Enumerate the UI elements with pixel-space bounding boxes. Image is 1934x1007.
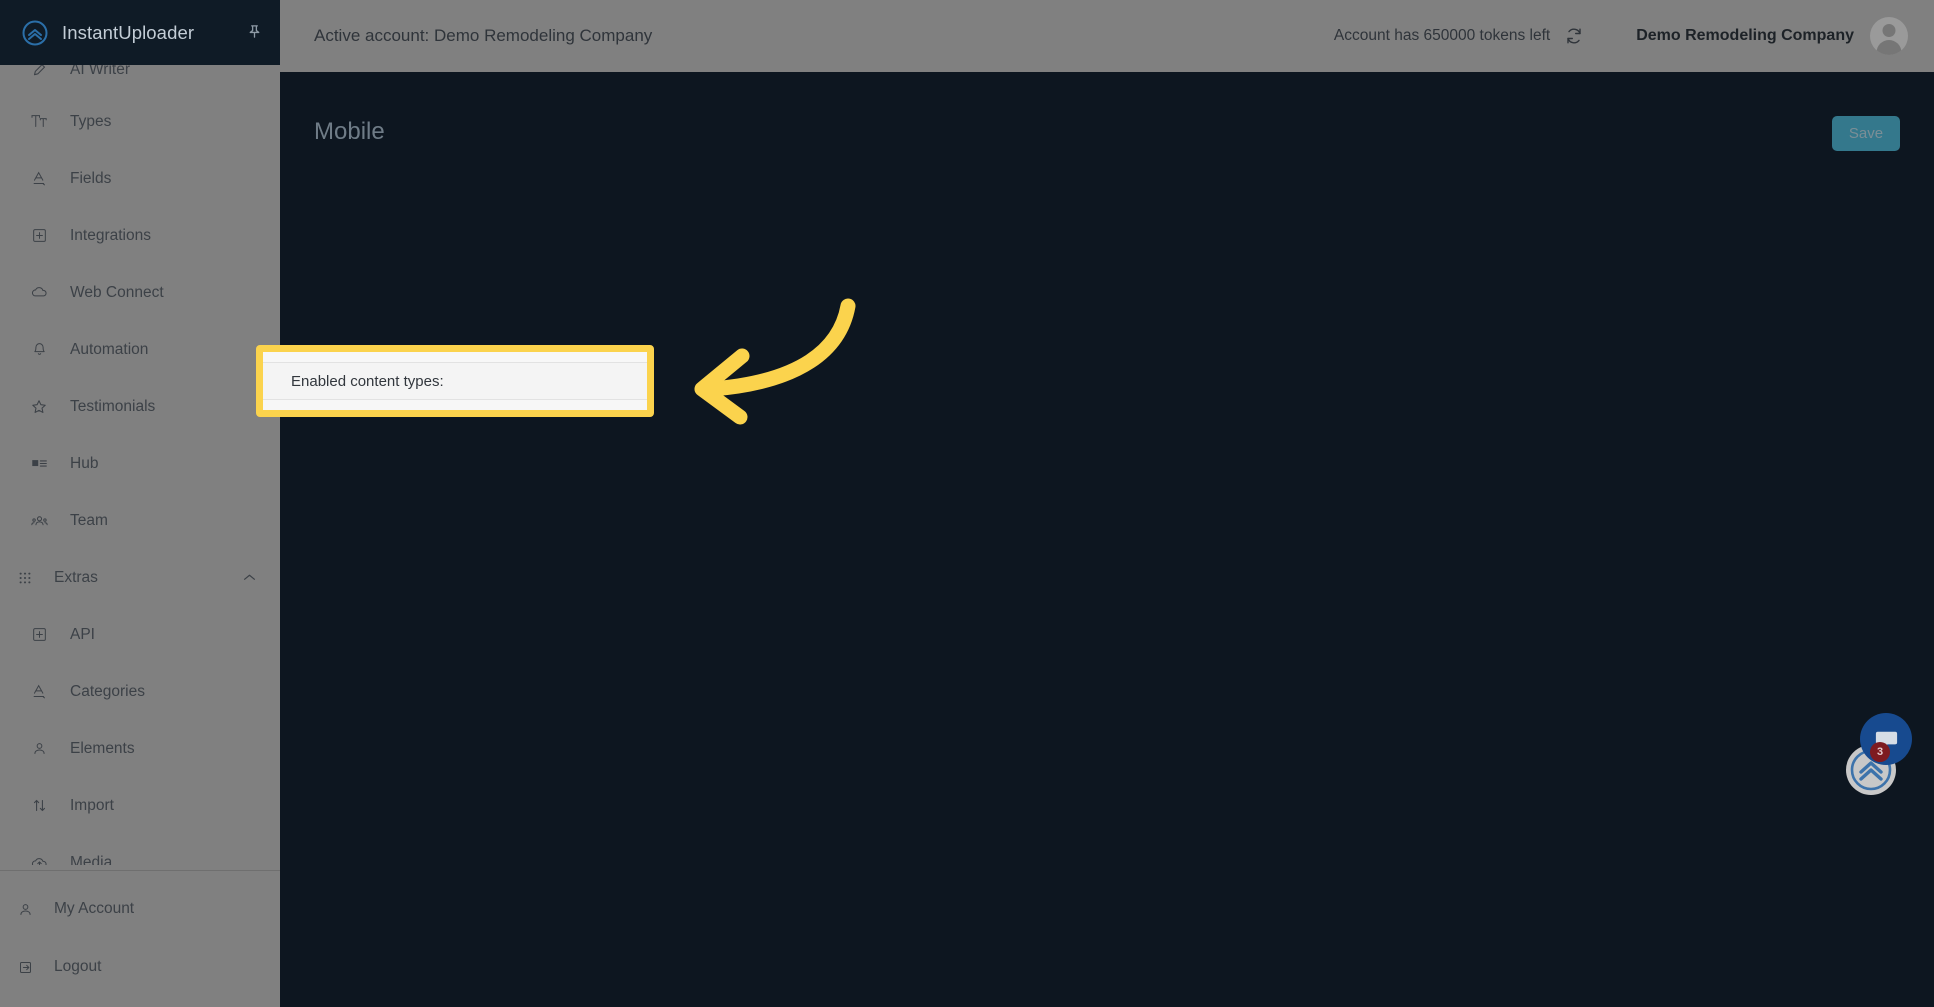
- sidebar-header: InstantUploader: [0, 0, 280, 65]
- sidebar-group-label: Extras: [54, 568, 98, 586]
- sidebar-item-ai-writer[interactable]: AI Writer: [0, 65, 280, 93]
- plus-square-icon: [28, 627, 50, 642]
- grid-icon: [14, 571, 36, 585]
- sidebar-item-label: Logout: [54, 958, 102, 975]
- sidebar-item-label: Automation: [70, 340, 149, 358]
- cloud-icon: [28, 286, 50, 299]
- sidebar-item-import[interactable]: Import: [0, 777, 280, 834]
- highlight-box: Enabled content types:: [256, 345, 654, 417]
- sidebar-item-label: Categories: [70, 682, 145, 700]
- sidebar-item-web-connect[interactable]: Web Connect: [0, 264, 280, 321]
- cloud-upload-icon: [28, 856, 50, 865]
- page-content: Mobile Save: [280, 72, 1934, 1007]
- pencil-icon: [28, 65, 50, 78]
- sidebar-divider: [0, 870, 280, 871]
- sidebar-item-elements[interactable]: Elements: [0, 720, 280, 777]
- top-bar: Active account: Demo Remodeling Company …: [280, 0, 1934, 72]
- font-underline-icon: [28, 684, 50, 699]
- sidebar-bottom: My Account Logout: [0, 880, 280, 996]
- token-count-label: Account has 650000 tokens left: [1333, 27, 1551, 44]
- sidebar-item-api[interactable]: API: [0, 606, 280, 663]
- top-bar-right: Account has 650000 tokens left Demo Remo…: [1334, 17, 1908, 55]
- active-account-label: Active account: Demo Remodeling Company: [314, 26, 653, 45]
- star-icon: [28, 399, 50, 415]
- text-format-icon: [28, 114, 50, 129]
- sidebar-item-automation[interactable]: Automation: [0, 321, 280, 378]
- sidebar-group-extras[interactable]: Extras: [0, 549, 280, 606]
- sidebar-item-label: AI Writer: [70, 65, 130, 78]
- refresh-icon[interactable]: [1564, 26, 1584, 46]
- person-icon: [14, 902, 36, 917]
- page-title: Mobile: [314, 118, 385, 145]
- sidebar-item-label: Elements: [70, 739, 135, 757]
- sidebar-item-categories[interactable]: Categories: [0, 663, 280, 720]
- people-icon: [28, 514, 50, 527]
- sidebar: InstantUploader AI Writer Types Fields I…: [0, 0, 280, 1007]
- highlight-label: Enabled content types:: [263, 362, 647, 400]
- sidebar-item-testimonials[interactable]: Testimonials: [0, 378, 280, 435]
- bell-icon: [28, 342, 50, 357]
- sidebar-item-label: Fields: [70, 169, 112, 187]
- sidebar-item-label: Team: [70, 511, 108, 529]
- sidebar-item-team[interactable]: Team: [0, 492, 280, 549]
- import-arrows-icon: [28, 798, 50, 813]
- chat-unread-badge: 3: [1870, 742, 1890, 762]
- sidebar-item-my-account[interactable]: My Account: [0, 880, 280, 938]
- sidebar-item-logout[interactable]: Logout: [0, 938, 280, 996]
- app-root: InstantUploader AI Writer Types Fields I…: [0, 0, 1934, 1007]
- app-logo-icon: [22, 20, 48, 46]
- sidebar-item-label: Import: [70, 796, 114, 814]
- account-name-label: Demo Remodeling Company: [1636, 27, 1854, 44]
- sidebar-item-label: Integrations: [70, 226, 151, 244]
- sidebar-scroll: AI Writer Types Fields Integrations Web …: [0, 65, 280, 865]
- sidebar-item-label: Types: [70, 112, 112, 130]
- sidebar-item-media[interactable]: Media: [0, 834, 280, 865]
- avatar-body: [1876, 40, 1902, 55]
- sidebar-item-label: Web Connect: [70, 283, 164, 301]
- avatar-head: [1882, 24, 1896, 37]
- sidebar-item-label: My Account: [54, 900, 135, 917]
- plus-square-icon: [28, 228, 50, 243]
- logout-icon: [14, 960, 36, 975]
- font-underline-icon: [28, 171, 50, 186]
- sidebar-item-label: Hub: [70, 454, 99, 472]
- sidebar-item-types[interactable]: Types: [0, 93, 280, 150]
- save-button[interactable]: Save: [1832, 116, 1900, 151]
- sidebar-item-integrations[interactable]: Integrations: [0, 207, 280, 264]
- sidebar-item-hub[interactable]: Hub: [0, 435, 280, 492]
- brand-name: InstantUploader: [62, 21, 195, 43]
- person-icon: [28, 741, 50, 756]
- chevron-up-icon[interactable]: [243, 569, 256, 587]
- sidebar-item-fields[interactable]: Fields: [0, 150, 280, 207]
- sidebar-item-label: API: [70, 625, 95, 643]
- sidebar-item-label: Testimonials: [70, 397, 156, 415]
- list-card-icon: [28, 457, 50, 470]
- avatar[interactable]: [1870, 17, 1908, 55]
- pin-icon[interactable]: [247, 24, 262, 42]
- sidebar-item-label: Media: [70, 853, 113, 866]
